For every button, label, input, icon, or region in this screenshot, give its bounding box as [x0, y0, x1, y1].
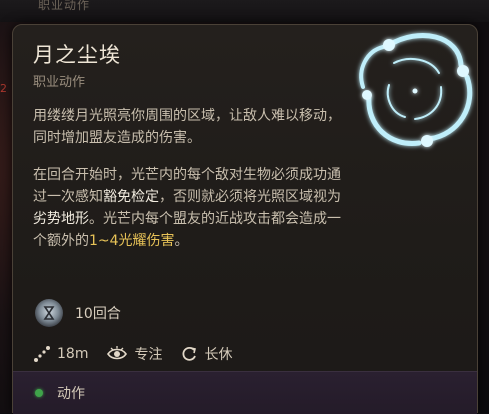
rest-cycle-icon — [183, 346, 197, 361]
spell-description-summary: 用缕缕月光照亮你周围的区域，让敌人难以移动，同时增加盟友造成的伤害。 — [33, 108, 341, 146]
concentration-property: 专注 — [106, 344, 162, 364]
underlying-red-mark: 2 — [0, 82, 7, 95]
saving-throw-term[interactable]: 豁免检定 — [103, 189, 159, 205]
action-dot-icon — [35, 389, 43, 397]
underlying-panel-strip: 职业动作 — [0, 0, 489, 22]
spell-tooltip: 月之尘埃 职业动作 用缕缕月光照亮你周围的区域，让敌人难以移动，同时增加盟友造成… — [12, 24, 478, 414]
detail-text-2: ，否则就必须将光照区域视为 — [159, 189, 341, 205]
spell-title: 月之尘埃 — [33, 43, 121, 67]
duration-label: 10回合 — [75, 306, 121, 322]
underlying-panel-label: 职业动作 — [38, 0, 91, 12]
spell-category: 职业动作 — [33, 75, 86, 90]
spell-properties-row: 18m 专注 长休 — [33, 341, 250, 367]
moonbeam-swirl-icon — [359, 32, 473, 147]
duration-row: 10回合 — [35, 297, 121, 329]
hourglass-orb-icon — [35, 299, 63, 327]
radiant-damage-term: 1~4光耀伤害 — [89, 233, 175, 249]
range-label: 18m — [57, 346, 89, 362]
eye-icon — [107, 346, 128, 360]
rest-label: 长休 — [204, 347, 233, 363]
rest-property: 长休 — [180, 344, 232, 364]
spell-description-detail: 在回合开始时，光芒内的每个敌对生物必须成功通过一次感知豁免检定，否则就必须将光照… — [33, 164, 351, 252]
range-line-icon — [34, 346, 50, 362]
action-type-footer: 动作 — [13, 371, 477, 414]
detail-text-4: 。 — [174, 233, 189, 249]
concentration-label: 专注 — [134, 347, 163, 363]
range-property: 18m — [33, 345, 88, 363]
difficult-terrain-term[interactable]: 劣势地形 — [33, 211, 89, 227]
action-type-label: 动作 — [57, 386, 85, 402]
